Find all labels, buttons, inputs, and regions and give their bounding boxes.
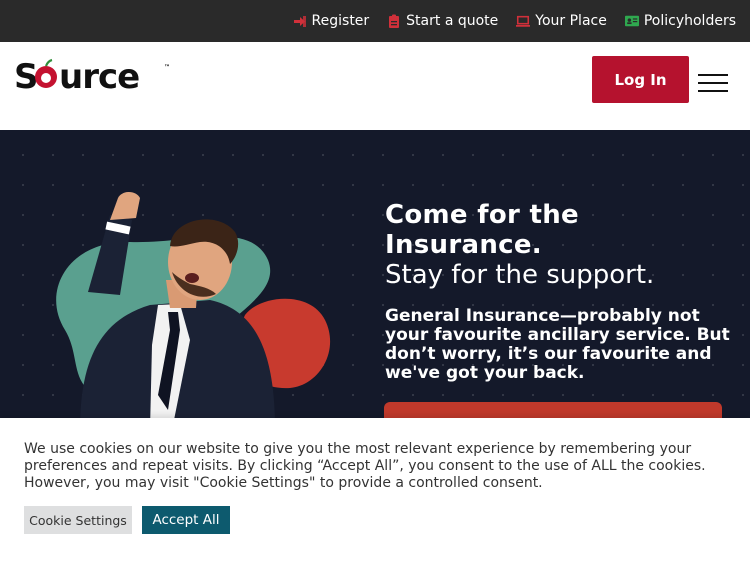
cookie-banner: We use cookies on our website to give yo… [0,418,750,563]
start-quote-label: Start a quote [406,13,499,29]
hero-text-block: Come for the Insurance. Stay for the sup… [385,200,735,383]
your-place-label: Your Place [535,13,607,29]
start-quote-link[interactable]: Start a quote [387,13,498,29]
id-card-icon [624,14,639,28]
policyholders-link[interactable]: Policyholders [624,13,736,29]
hero-section: Come for the Insurance. Stay for the sup… [0,130,750,420]
hero-title-line2: Insurance. [385,230,542,260]
clipboard-icon [387,14,401,28]
laptop-icon [516,14,531,28]
your-place-link[interactable]: Your Place [516,13,607,29]
cookie-settings-button[interactable]: Cookie Settings [24,506,132,534]
svg-text:S: S [14,57,38,96]
site-header: S urce ™ Log In [0,42,750,130]
menu-icon[interactable] [698,74,728,92]
cookie-message: We use cookies on our website to give yo… [24,441,706,491]
source-logo-graphic: S urce [14,57,140,96]
hero-subtitle: Stay for the support. [385,260,655,290]
register-label: Register [311,13,370,29]
svg-text:urce: urce [59,57,139,96]
hero-title-line1: Come for the [385,200,579,230]
hero-body: General Insurance—probably not your favo… [385,306,730,383]
login-button[interactable]: Log In [592,56,689,103]
accept-all-button[interactable]: Accept All [142,506,230,534]
hero-illustration [56,192,331,420]
top-utility-bar: Register Start a quote Your Place Policy… [0,0,750,42]
register-icon [293,14,307,28]
policyholders-label: Policyholders [643,13,736,29]
source-logo[interactable]: S urce ™ [14,56,170,96]
register-link[interactable]: Register [293,13,370,29]
trademark-mark: ™ [164,64,170,71]
